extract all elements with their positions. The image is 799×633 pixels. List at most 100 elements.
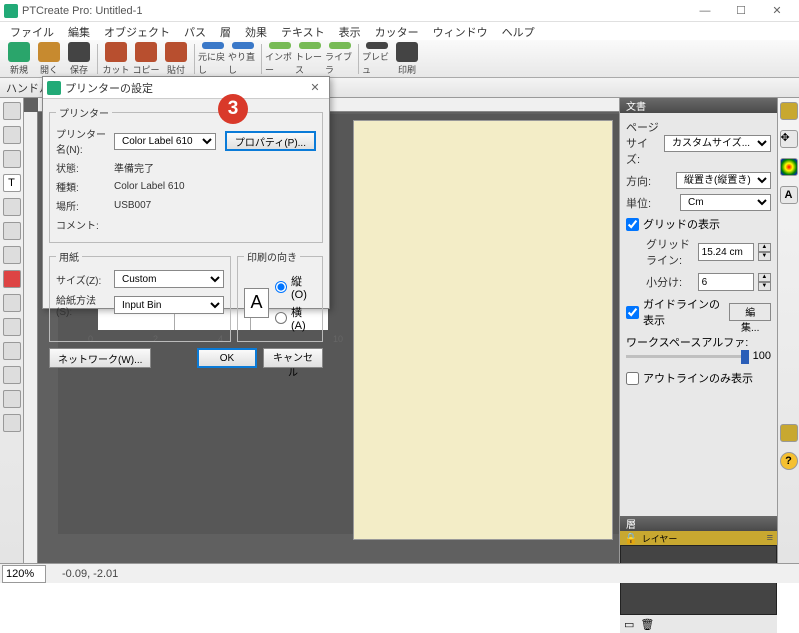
orientation-preview-icon: A bbox=[244, 288, 269, 318]
outline-only-checkbox[interactable] bbox=[626, 372, 639, 385]
pencil-tool[interactable] bbox=[3, 246, 21, 264]
dialog-titlebar[interactable]: プリンターの設定 ✕ bbox=[43, 77, 329, 99]
menu-編集[interactable]: 編集 bbox=[62, 22, 96, 40]
showgrid-label: グリッドの表示 bbox=[643, 216, 720, 232]
tool-元に戻し[interactable]: 元に戻し bbox=[198, 42, 228, 76]
menubar: ファイル編集オブジェクトパス層効果テキスト表示カッターウィンドウヘルプ bbox=[0, 22, 799, 40]
tool-カット[interactable]: カット bbox=[101, 42, 131, 76]
source-select[interactable]: Input Bin bbox=[114, 296, 224, 314]
pagesize-select[interactable]: カスタムサイズ... bbox=[664, 135, 771, 152]
vertical-ruler bbox=[24, 112, 38, 563]
dialog-title: プリンターの設定 bbox=[65, 80, 305, 96]
tool-開く[interactable]: 開く bbox=[34, 42, 64, 76]
zoom-input[interactable] bbox=[2, 565, 46, 583]
gridline-spinner[interactable]: ▲▼ bbox=[758, 243, 771, 261]
cancel-button[interactable]: キャンセル bbox=[263, 348, 323, 368]
close-button[interactable]: ✕ bbox=[759, 1, 795, 21]
tool-トレース[interactable]: トレース bbox=[295, 42, 325, 76]
printer-fieldset: プリンター プリンター名(N): Color Label 610 プロパティ(P… bbox=[49, 105, 323, 243]
tool-新規[interactable]: 新規 bbox=[4, 42, 34, 76]
crop-tool[interactable] bbox=[3, 318, 21, 336]
ws-alpha-value: 100 bbox=[753, 350, 771, 362]
new-layer-icon[interactable]: ▭ bbox=[624, 618, 634, 631]
properties-button[interactable]: プロパティ(P)... bbox=[225, 131, 316, 151]
hand-tool[interactable] bbox=[3, 414, 21, 432]
tool-やり直し[interactable]: やり直し bbox=[228, 42, 258, 76]
eyedropper-tool[interactable] bbox=[3, 342, 21, 360]
left-toolbox: T bbox=[0, 98, 24, 563]
delete-layer-icon[interactable]: 🗑 bbox=[640, 618, 654, 631]
size-select[interactable]: Custom bbox=[114, 270, 224, 288]
subdiv-spinner[interactable]: ▲▼ bbox=[758, 273, 771, 291]
menu-パス[interactable]: パス bbox=[178, 22, 212, 40]
pen-tool[interactable] bbox=[3, 222, 21, 240]
document-panel-header[interactable]: 文書 bbox=[620, 98, 777, 113]
units-select[interactable]: Cm bbox=[680, 194, 771, 211]
gradient-tool[interactable] bbox=[3, 366, 21, 384]
shape-tool[interactable] bbox=[3, 270, 21, 288]
layer-menu-icon[interactable]: ≡ bbox=[767, 532, 773, 544]
layers-panel-header[interactable]: 層 bbox=[620, 516, 777, 531]
layers-palette-icon[interactable] bbox=[780, 424, 798, 442]
orientation-select[interactable]: 縦置き(縦置き) bbox=[676, 172, 771, 189]
gridline-label: グリッドライン: bbox=[646, 236, 694, 268]
menu-ヘルプ[interactable]: ヘルプ bbox=[496, 22, 541, 40]
text-palette-icon[interactable]: A bbox=[780, 186, 798, 204]
move-palette-icon[interactable]: ✥ bbox=[780, 130, 798, 148]
edit-guides-button[interactable]: 編集... bbox=[729, 303, 771, 321]
help-palette-icon[interactable]: ? bbox=[780, 452, 798, 470]
tool-ライブラ[interactable]: ライブラ bbox=[325, 42, 355, 76]
status-value: 準備完了 bbox=[114, 160, 154, 175]
lock-icon[interactable]: 🔒 bbox=[624, 532, 638, 545]
portrait-radio[interactable] bbox=[275, 281, 287, 293]
rotate-tool[interactable] bbox=[3, 150, 21, 168]
subdiv-input[interactable] bbox=[698, 273, 754, 291]
swatches-palette-icon[interactable] bbox=[780, 158, 798, 176]
tool-インポー[interactable]: インポー bbox=[265, 42, 295, 76]
line-tool[interactable] bbox=[3, 198, 21, 216]
pointer-tool[interactable] bbox=[3, 102, 21, 120]
showgrid-checkbox[interactable] bbox=[626, 218, 639, 231]
menu-オブジェクト[interactable]: オブジェクト bbox=[98, 22, 176, 40]
type-label: 種類: bbox=[56, 179, 111, 194]
window-title: PTCreate Pro: Untitled-1 bbox=[22, 5, 687, 17]
ws-alpha-label: ワークスペースアルファ: bbox=[626, 334, 771, 350]
minimize-button[interactable]: — bbox=[687, 1, 723, 21]
showguides-checkbox[interactable] bbox=[626, 306, 639, 319]
tool-プレビュ[interactable]: プレビュ bbox=[362, 42, 392, 76]
main-toolbar: 新規開く保存カットコピー貼付元に戻しやり直しインポートレースライブラプレビュ印刷 bbox=[0, 40, 799, 78]
document-palette-icon[interactable] bbox=[780, 102, 798, 120]
titlebar: PTCreate Pro: Untitled-1 — ☐ ✕ bbox=[0, 0, 799, 22]
paper-fieldset: 用紙 サイズ(Z):Custom 給紙方法(S):Input Bin bbox=[49, 249, 231, 342]
status-label: 状態: bbox=[56, 160, 111, 175]
right-panel: 文書 ページサイズ:カスタムサイズ... 方向:縦置き(縦置き) 単位:Cm グ… bbox=[619, 98, 777, 563]
zoom-tool[interactable] bbox=[3, 390, 21, 408]
paper-legend: 用紙 bbox=[56, 249, 82, 264]
eraser-tool[interactable] bbox=[3, 294, 21, 312]
direct-select-tool[interactable] bbox=[3, 126, 21, 144]
menu-テキスト[interactable]: テキスト bbox=[275, 22, 331, 40]
landscape-radio[interactable] bbox=[275, 312, 287, 324]
artboard bbox=[353, 120, 613, 540]
menu-層[interactable]: 層 bbox=[214, 22, 237, 40]
tool-保存[interactable]: 保存 bbox=[64, 42, 94, 76]
ws-alpha-slider[interactable] bbox=[626, 355, 749, 358]
menu-効果[interactable]: 効果 bbox=[239, 22, 273, 40]
tool-印刷[interactable]: 印刷 bbox=[392, 42, 422, 76]
menu-ファイル[interactable]: ファイル bbox=[4, 22, 60, 40]
maximize-button[interactable]: ☐ bbox=[723, 1, 759, 21]
printername-select[interactable]: Color Label 610 bbox=[114, 133, 216, 150]
ok-button[interactable]: OK bbox=[197, 348, 257, 368]
dialog-close-button[interactable]: ✕ bbox=[305, 81, 325, 94]
menu-カッター[interactable]: カッター bbox=[369, 22, 425, 40]
network-button[interactable]: ネットワーク(W)... bbox=[49, 348, 151, 368]
cursor-coords: -0.09, -2.01 bbox=[62, 568, 118, 580]
menu-ウィンドウ[interactable]: ウィンドウ bbox=[427, 22, 494, 40]
gridline-input[interactable] bbox=[698, 243, 754, 261]
menu-表示[interactable]: 表示 bbox=[333, 22, 367, 40]
layer-name[interactable]: レイヤー bbox=[642, 532, 678, 545]
portrait-label: 縦(O) bbox=[291, 273, 316, 301]
tool-コピー[interactable]: コピー bbox=[131, 42, 161, 76]
type-tool[interactable]: T bbox=[3, 174, 21, 192]
tool-貼付[interactable]: 貼付 bbox=[161, 42, 191, 76]
